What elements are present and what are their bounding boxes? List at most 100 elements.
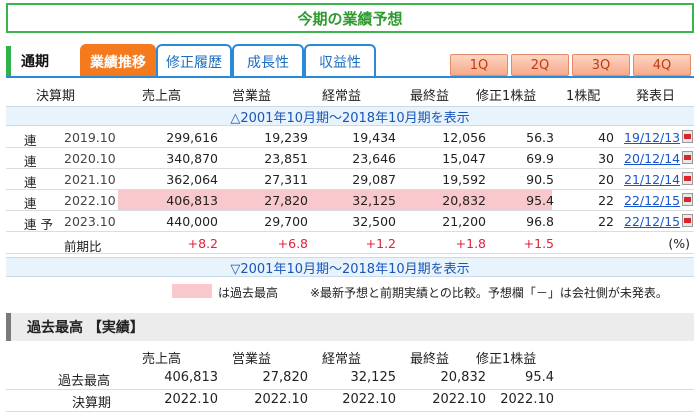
row-type: 連	[24, 196, 37, 211]
table-row: 連 2019.10 299,616 19,239 19,434 12,056 56.3 40 1…	[6, 127, 694, 148]
row-eps: 90.5	[526, 172, 554, 187]
row-net: 15,047	[442, 151, 486, 166]
header-ord: 経常益	[322, 89, 362, 104]
table-row: 連 2020.10 340,870 23,851 23,646 15,047 69.9 30 2…	[6, 148, 694, 169]
row-dividend: 22	[598, 193, 614, 208]
q4-button[interactable]: 4Q	[633, 54, 691, 76]
row-dividend: 22	[598, 214, 614, 229]
full-year-label: 通期	[6, 46, 76, 76]
row-type: 連	[24, 154, 37, 169]
record-header-net: 最終益	[410, 352, 450, 367]
record-header-sales: 売上高	[142, 352, 182, 367]
header-period: 決算期	[36, 89, 76, 104]
yoy-eps: +1.5	[523, 236, 554, 251]
row-sales: 299,616	[166, 130, 218, 145]
record-period-ord: 2022.10	[342, 392, 396, 407]
row-eps: 69.9	[526, 151, 554, 166]
record-high-ord: 32,125	[350, 370, 397, 385]
record-row-high: 過去最高 406,813 27,820 32,125 20,832 95.4	[6, 368, 694, 390]
row-op: 27,311	[264, 172, 308, 187]
row-date-link[interactable]: 22/12/15	[624, 193, 680, 208]
forecast-title: 今期の業績予想	[6, 3, 694, 33]
record-row-period: 決算期 2022.10 2022.10 2022.10 2022.10 2022…	[6, 390, 694, 412]
row-sales: 440,000	[166, 214, 218, 229]
pdf-icon[interactable]	[682, 130, 693, 143]
row-eps: 95.4	[526, 193, 554, 208]
row-net: 21,200	[442, 214, 486, 229]
row-type: 連 予	[24, 217, 53, 232]
row-eps: 56.3	[526, 130, 554, 145]
header-op: 営業益	[232, 89, 272, 104]
yoy-unit: (%)	[668, 236, 690, 251]
row-period: 2021.10	[64, 172, 116, 187]
tab-growth[interactable]: 成長性	[232, 44, 304, 78]
row-sales: 340,870	[166, 151, 218, 166]
row-period: 2019.10	[64, 130, 116, 145]
yoy-row: 前期比 +8.2 +6.8 +1.2 +1.8 +1.5 (%)	[6, 233, 694, 254]
record-header-ord: 経常益	[322, 352, 362, 367]
row-ord: 29,087	[352, 172, 396, 187]
row-date-link[interactable]: 19/12/13	[624, 130, 680, 145]
row-op: 29,700	[264, 214, 308, 229]
show-earlier-periods-toggle-bottom[interactable]: ▽2001年10月期～2018年10月期を表示	[6, 257, 694, 277]
row-dividend: 30	[598, 151, 614, 166]
row-type: 連	[24, 175, 37, 190]
table-row: 連 予 2023.10 440,000 29,700 32,500 21,200 96.8 2…	[6, 211, 694, 232]
record-high-eps: 95.4	[525, 370, 554, 385]
row-net: 19,592	[442, 172, 486, 187]
pdf-icon[interactable]	[682, 172, 693, 185]
show-earlier-periods-toggle[interactable]: △2001年10月期～2018年10月期を表示	[6, 106, 694, 126]
header-net: 最終益	[410, 89, 450, 104]
row-date-link[interactable]: 21/12/14	[624, 172, 680, 187]
record-high-net: 20,832	[440, 370, 487, 385]
record-period-net: 2022.10	[432, 392, 486, 407]
yoy-ord: +1.2	[365, 236, 396, 251]
q2-button[interactable]: 2Q	[511, 54, 569, 76]
row-op: 19,239	[264, 130, 308, 145]
row-eps: 96.8	[526, 214, 554, 229]
row-period: 2020.10	[64, 151, 116, 166]
tab-results-trend[interactable]: 業績推移	[80, 44, 156, 78]
record-high-sales: 406,813	[164, 370, 218, 385]
tab-revision-history[interactable]: 修正履歴	[156, 44, 232, 78]
record-high-op: 27,820	[262, 370, 309, 385]
row-ord: 32,125	[352, 193, 396, 208]
yoy-sales: +8.2	[187, 236, 218, 251]
row-ord: 32,500	[352, 214, 396, 229]
q1-button[interactable]: 1Q	[450, 54, 508, 76]
row-op: 23,851	[264, 151, 308, 166]
record-row-period-label: 決算期	[72, 396, 112, 411]
row-type: 連	[24, 133, 37, 148]
yoy-label: 前期比	[64, 239, 102, 254]
tab-divider	[6, 76, 694, 78]
header-dividend: 1株配	[566, 89, 601, 104]
header-date: 発表日	[636, 89, 676, 104]
row-dividend: 40	[598, 130, 614, 145]
record-row-high-label: 過去最高	[58, 374, 111, 389]
record-period-op: 2022.10	[254, 392, 308, 407]
row-net: 12,056	[442, 130, 486, 145]
record-period-sales: 2022.10	[164, 392, 218, 407]
record-high-title: 過去最高 【実績】	[6, 313, 694, 341]
table-row: 連 2022.10 406,813 27,820 32,125 20,832 95.4 22 2…	[6, 190, 694, 211]
tab-bar: 通期 業績推移 修正履歴 成長性 収益性 1Q 2Q 3Q 4Q	[6, 44, 694, 78]
header-eps: 修正1株益	[476, 89, 537, 104]
pdf-icon[interactable]	[682, 151, 693, 164]
row-date-link[interactable]: 22/12/15	[624, 214, 680, 229]
table-header: 決算期 売上高 営業益 経常益 最終益 修正1株益 1株配 発表日	[6, 82, 694, 104]
row-date-link[interactable]: 20/12/14	[624, 151, 680, 166]
tab-profitability[interactable]: 収益性	[304, 44, 376, 78]
record-period-eps: 2022.10	[500, 392, 554, 407]
record-header-eps: 修正1株益	[476, 352, 537, 367]
table-row: 連 2021.10 362,064 27,311 29,087 19,592 90.5 20 2…	[6, 169, 694, 190]
row-period: 2023.10	[64, 214, 116, 229]
pdf-icon[interactable]	[682, 193, 693, 206]
row-period: 2022.10	[64, 193, 116, 208]
footnote: ※最新予想と前期実績との比較。予想欄「－」は会社側が未発表。	[310, 286, 668, 300]
legend-text: は過去最高	[218, 286, 279, 300]
yoy-net: +1.8	[455, 236, 486, 251]
pdf-icon[interactable]	[682, 214, 693, 227]
record-high-swatch	[172, 284, 212, 298]
row-op: 27,820	[264, 193, 308, 208]
q3-button[interactable]: 3Q	[572, 54, 630, 76]
